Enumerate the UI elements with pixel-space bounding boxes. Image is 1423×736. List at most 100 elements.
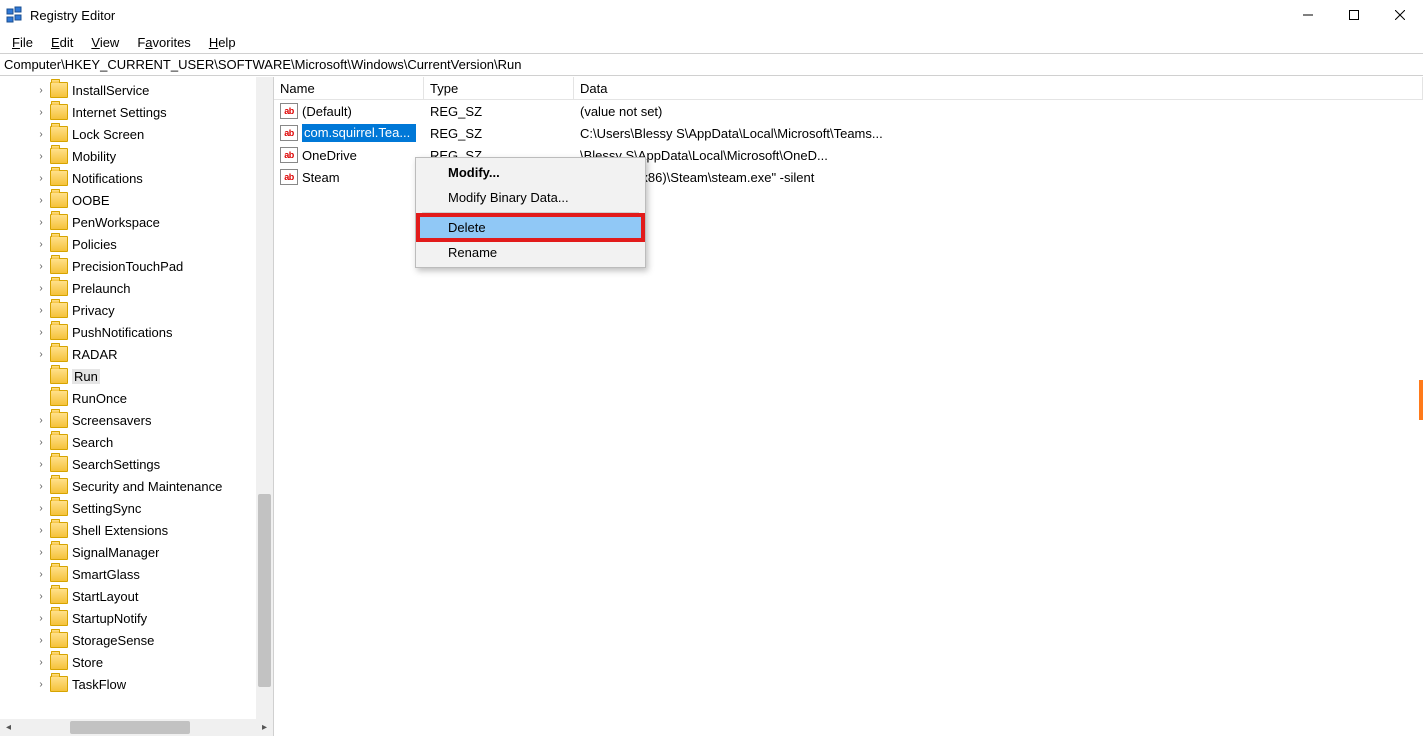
tree-item[interactable]: ›Store (0, 651, 273, 673)
cell-data: \Blessy S\AppData\Local\Microsoft\OneD..… (574, 144, 1423, 166)
folder-icon (50, 170, 68, 186)
context-menu-item-modify-binary-data[interactable]: Modify Binary Data... (418, 185, 643, 210)
scrollbar-right-arrow-icon[interactable]: ▸ (256, 719, 273, 736)
tree-item[interactable]: ›Run (0, 365, 273, 387)
tree-item[interactable]: ›Shell Extensions (0, 519, 273, 541)
chevron-right-icon[interactable]: › (34, 173, 48, 184)
tree-item[interactable]: › PrecisionTouchPad (0, 255, 273, 277)
scrollbar-thumb[interactable] (258, 494, 271, 687)
tree-item[interactable]: ›Policies (0, 233, 273, 255)
chevron-right-icon[interactable]: › (34, 437, 48, 448)
tree-item[interactable]: ›Mobility (0, 145, 273, 167)
tree-item[interactable]: › StartupNotify (0, 607, 273, 629)
tree-item[interactable]: › PushNotifications (0, 321, 273, 343)
tree-item[interactable]: › TaskFlow (0, 673, 273, 695)
chevron-right-icon[interactable]: › (34, 305, 48, 316)
tree-item[interactable]: ›RADAR (0, 343, 273, 365)
chevron-right-icon[interactable]: › (34, 107, 48, 118)
chevron-right-icon[interactable]: › (34, 459, 48, 470)
chevron-right-icon[interactable]: › (34, 635, 48, 646)
tree-item[interactable]: ›InstallService (0, 79, 273, 101)
chevron-right-icon[interactable]: › (34, 591, 48, 602)
tree-item[interactable]: ›Search (0, 431, 273, 453)
chevron-right-icon[interactable]: › (34, 503, 48, 514)
chevron-right-icon[interactable]: › (34, 349, 48, 360)
folder-icon (50, 148, 68, 164)
tree-pane: ›InstallService›Internet Settings›Lock S… (0, 77, 274, 736)
list-row[interactable]: ab(Default)REG_SZ(value not set) (274, 100, 1423, 122)
menubar: FileEditViewFavoritesHelp (0, 31, 1423, 53)
tree-item[interactable]: ›Screensavers (0, 409, 273, 431)
address-bar[interactable]: Computer\HKEY_CURRENT_USER\SOFTWARE\Micr… (0, 53, 1423, 76)
chevron-right-icon[interactable]: › (34, 283, 48, 294)
scrollbar-left-arrow-icon[interactable]: ◂ (0, 719, 17, 736)
tree-item[interactable]: ›StorageSense (0, 629, 273, 651)
tree-item[interactable]: ›PenWorkspace (0, 211, 273, 233)
tree-item[interactable]: ›RunOnce (0, 387, 273, 409)
cell-type: REG_SZ (424, 100, 574, 122)
close-button[interactable] (1377, 0, 1423, 30)
tree-item[interactable]: ›SettingSync (0, 497, 273, 519)
column-header-data[interactable]: Data (574, 77, 1423, 99)
cell-data: (value not set) (574, 100, 1423, 122)
context-menu-item-modify[interactable]: Modify... (418, 160, 643, 185)
chevron-right-icon[interactable]: › (34, 415, 48, 426)
chevron-right-icon[interactable]: › (34, 151, 48, 162)
tree-item[interactable]: › OOBE (0, 189, 273, 211)
menu-item-edit[interactable]: Edit (43, 33, 81, 52)
tree-item[interactable]: ›Internet Settings (0, 101, 273, 123)
chevron-right-icon[interactable]: › (34, 657, 48, 668)
tree-item-label: TaskFlow (72, 677, 126, 692)
list-row[interactable]: abcom.squirrel.Tea...REG_SZC:\Users\Bles… (274, 122, 1423, 144)
tree-item[interactable]: ›Lock Screen (0, 123, 273, 145)
scrollbar-thumb[interactable] (70, 721, 190, 734)
menu-item-favorites[interactable]: Favorites (129, 33, 198, 52)
tree-item-label: Notifications (72, 171, 143, 186)
chevron-right-icon[interactable]: › (34, 261, 48, 272)
tree-item-label: OOBE (72, 193, 110, 208)
menu-item-view[interactable]: View (83, 33, 127, 52)
maximize-button[interactable] (1331, 0, 1377, 30)
tree-item-label: Security and Maintenance (72, 479, 222, 494)
context-menu-item-rename[interactable]: Rename (418, 240, 643, 265)
context-menu-item-delete[interactable]: Delete (418, 215, 643, 240)
tree-item[interactable]: › Notifications (0, 167, 273, 189)
tree-item[interactable]: ›Prelaunch (0, 277, 273, 299)
tree-item[interactable]: › Security and Maintenance (0, 475, 273, 497)
tree-item[interactable]: ›SignalManager (0, 541, 273, 563)
tree-horizontal-scrollbar[interactable]: ◂ ▸ (0, 719, 273, 736)
tree-item-label: SearchSettings (72, 457, 160, 472)
chevron-right-icon[interactable]: › (34, 327, 48, 338)
tree-item-label: StartupNotify (72, 611, 147, 626)
tree-item[interactable]: ›StartLayout (0, 585, 273, 607)
column-header-type[interactable]: Type (424, 77, 574, 99)
chevron-right-icon[interactable]: › (34, 525, 48, 536)
tree-item-label: PrecisionTouchPad (72, 259, 183, 274)
context-menu-separator (422, 212, 639, 213)
folder-icon (50, 500, 68, 516)
tree-item[interactable]: ›SmartGlass (0, 563, 273, 585)
tree-vertical-scrollbar[interactable] (256, 77, 273, 719)
folder-icon (50, 214, 68, 230)
column-header-name[interactable]: Name (274, 77, 424, 99)
chevron-right-icon[interactable]: › (34, 679, 48, 690)
chevron-right-icon[interactable]: › (34, 195, 48, 206)
context-menu: Modify...Modify Binary Data... DeleteRena… (415, 157, 646, 268)
menu-item-file[interactable]: File (4, 33, 41, 52)
chevron-right-icon[interactable]: › (34, 613, 48, 624)
chevron-right-icon[interactable]: › (34, 547, 48, 558)
menu-item-help[interactable]: Help (201, 33, 244, 52)
chevron-right-icon[interactable]: › (34, 129, 48, 140)
chevron-right-icon[interactable]: › (34, 239, 48, 250)
chevron-right-icon[interactable]: › (34, 85, 48, 96)
string-value-icon: ab (280, 169, 298, 185)
tree-item[interactable]: ›Privacy (0, 299, 273, 321)
minimize-button[interactable] (1285, 0, 1331, 30)
chevron-right-icon[interactable]: › (34, 217, 48, 228)
tree-item-label: PushNotifications (72, 325, 172, 340)
chevron-right-icon[interactable]: › (34, 569, 48, 580)
main-area: ›InstallService›Internet Settings›Lock S… (0, 76, 1423, 736)
chevron-right-icon[interactable]: › (34, 481, 48, 492)
folder-icon (50, 236, 68, 252)
tree-item[interactable]: › SearchSettings (0, 453, 273, 475)
